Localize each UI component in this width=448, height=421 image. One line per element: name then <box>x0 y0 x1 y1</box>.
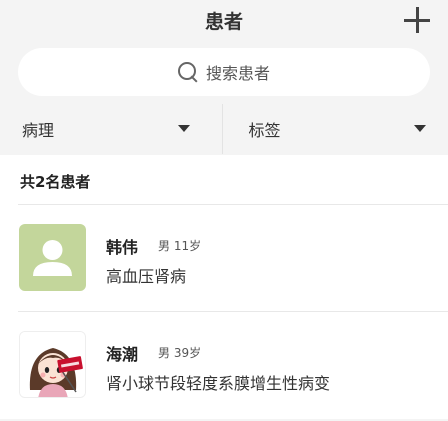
filter-bar: 病理 标签 <box>0 104 448 154</box>
pathology-filter-label: 病理 <box>22 117 54 141</box>
search-bar[interactable]: 搜索患者 <box>18 48 430 96</box>
patient-age: 39岁 <box>174 346 201 360</box>
divider <box>18 311 448 312</box>
patient-meta: 男 11岁 <box>158 237 201 254</box>
avatar <box>19 224 86 291</box>
patient-meta: 男 39岁 <box>158 344 201 361</box>
patient-diagnosis: 高血压肾病 <box>106 263 186 287</box>
tag-filter[interactable]: 标签 <box>222 104 448 154</box>
caret-down-icon <box>178 125 190 132</box>
patient-age: 11岁 <box>174 239 201 253</box>
caret-down-icon <box>414 125 426 132</box>
page-title: 患者 <box>0 7 448 34</box>
top-bar: 患者 <box>0 0 448 40</box>
patient-list: 共2名患者 韩伟 男 11岁 高血压肾病 <box>0 155 448 419</box>
tag-filter-label: 标签 <box>249 117 281 141</box>
pathology-filter[interactable]: 病理 <box>0 104 222 154</box>
patient-name: 韩伟 <box>106 234 138 258</box>
search-icon <box>178 62 198 82</box>
list-item[interactable]: 韩伟 男 11岁 高血压肾病 <box>0 224 448 314</box>
patient-name: 海潮 <box>106 341 138 365</box>
patient-gender: 男 <box>158 239 170 253</box>
avatar <box>19 331 86 398</box>
cartoon-avatar-image <box>20 332 86 398</box>
default-user-icon <box>19 224 86 291</box>
patient-count: 共2名患者 <box>20 171 90 192</box>
list-item[interactable]: 海潮 男 39岁 肾小球节段轻度系膜增生性病变 <box>0 331 448 421</box>
search-placeholder: 搜索患者 <box>206 60 270 84</box>
plus-icon[interactable] <box>404 7 430 33</box>
patient-gender: 男 <box>158 346 170 360</box>
patient-diagnosis: 肾小球节段轻度系膜增生性病变 <box>106 370 330 394</box>
divider <box>18 204 448 205</box>
